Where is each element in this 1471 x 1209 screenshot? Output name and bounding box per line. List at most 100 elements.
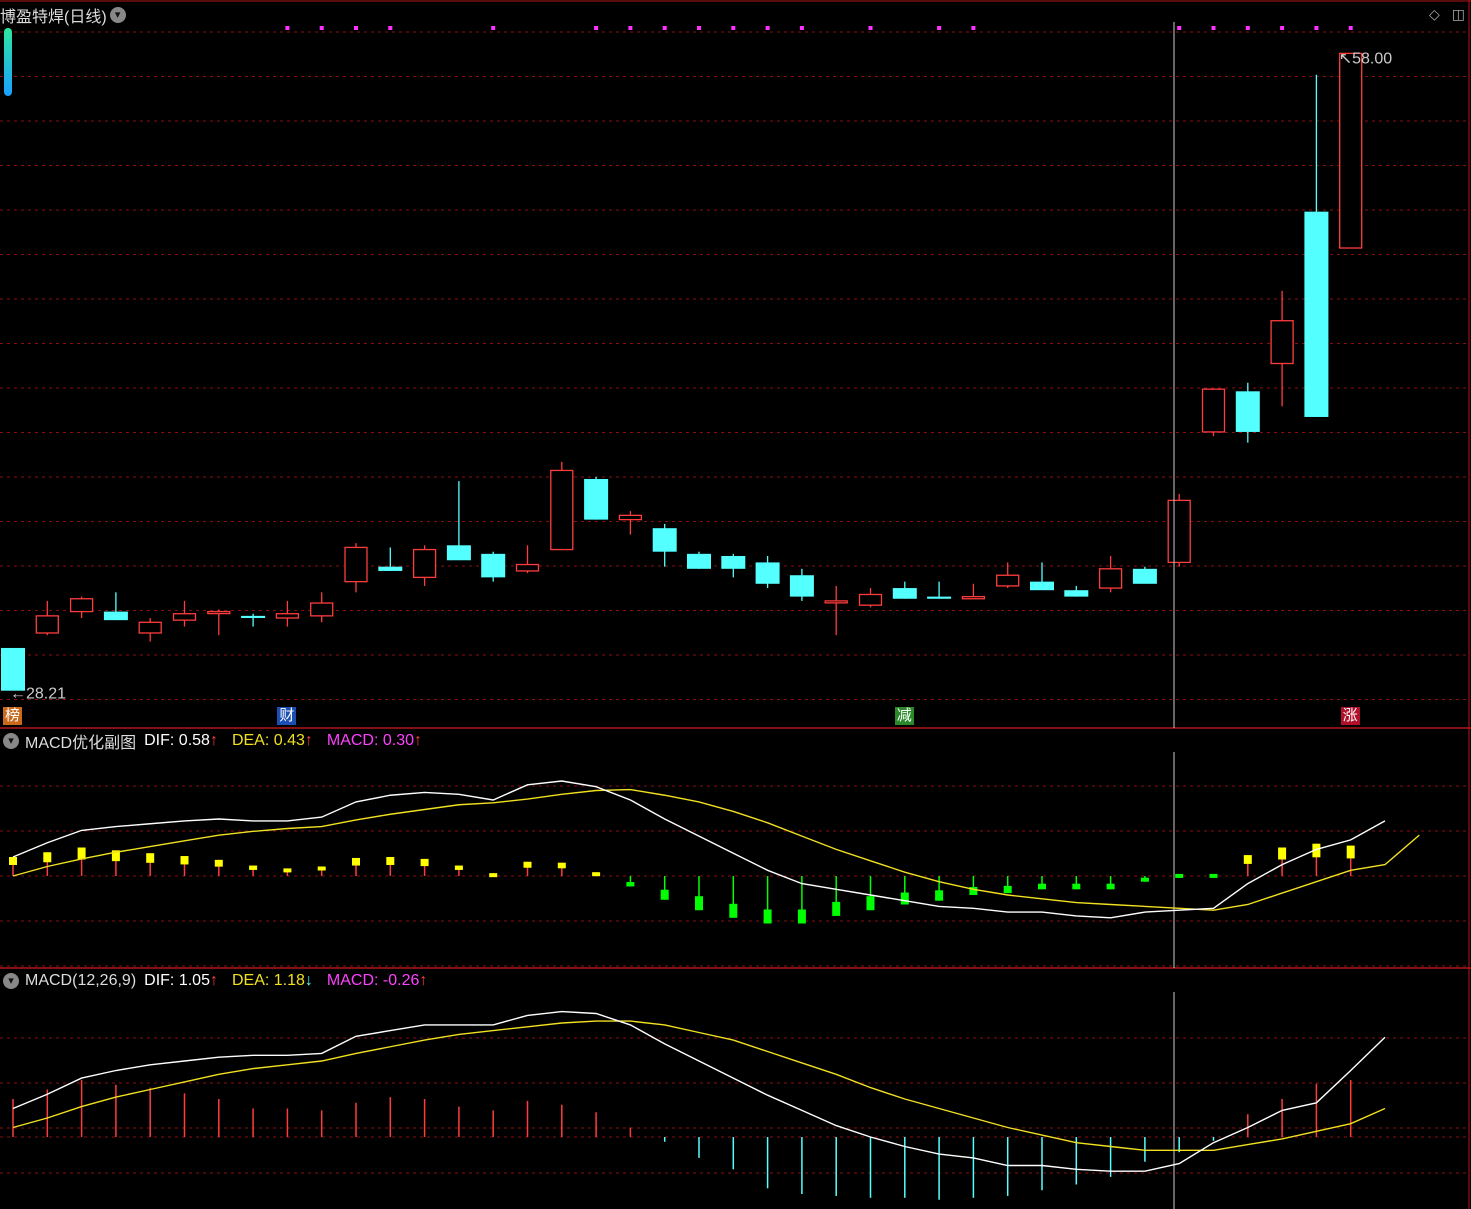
candle-body [35, 615, 59, 634]
top-right-toolbar: ◇ ◫ [1429, 6, 1465, 23]
high-price-label: ↖58.00 [1339, 50, 1393, 67]
sub2-macd-arrow: ↑ [419, 972, 428, 989]
event-tag[interactable]: 减 [894, 707, 914, 725]
chevron-down-icon[interactable]: ▾ [3, 973, 19, 989]
candle-body [172, 613, 197, 621]
macd-bar [1106, 883, 1115, 890]
macd-bar [592, 872, 601, 877]
sub2-name[interactable]: MACD(12,26,9) [25, 972, 136, 990]
macd-bar [489, 873, 498, 878]
sub2-dea-arrow: ↓ [304, 972, 313, 989]
signal-dot [971, 26, 976, 30]
signal-dot [1177, 26, 1182, 30]
candle-body [275, 613, 300, 619]
macd-bar [866, 896, 875, 911]
candle-body [996, 574, 1020, 587]
dea-line [12, 788, 1420, 911]
candle-body [138, 621, 162, 634]
event-tag[interactable]: 涨 [1340, 707, 1360, 725]
event-tag[interactable]: 榜 [3, 707, 23, 725]
macd-bar [146, 853, 155, 863]
sub2-macd: MACD: -0.26 [326, 972, 420, 989]
macd-bar [557, 862, 566, 869]
sub1-name[interactable]: MACD优化副图 [25, 729, 136, 753]
candle-body [515, 563, 540, 572]
volume-indicator-icon [4, 28, 12, 96]
candle-body [69, 598, 94, 613]
macd-bar [1209, 873, 1218, 878]
event-tag[interactable]: 财 [277, 707, 297, 725]
sub2-header: ▾ MACD(12,26,9) DIF: 1.05 ↑ DEA: 1.18 ↓ … [0, 970, 427, 992]
candle-body [618, 514, 643, 521]
macd-bar [1140, 877, 1149, 882]
macd-bar [1346, 845, 1355, 859]
chevron-down-icon[interactable]: ▾ [3, 733, 19, 749]
signal-dot [1348, 26, 1353, 30]
signal-dot [1211, 26, 1216, 30]
candle-body [824, 600, 848, 604]
low-price-label: ←28.21 [10, 686, 66, 703]
macd-bar [695, 896, 703, 911]
macd-bar [180, 856, 189, 865]
candle-body [584, 478, 609, 520]
macd-bar [420, 858, 429, 867]
macd-bar [283, 868, 292, 873]
signal-dot [1314, 26, 1319, 30]
signal-dot [937, 26, 942, 30]
macd-bar [523, 861, 532, 868]
candle-body [961, 595, 986, 600]
candle-body [207, 610, 231, 615]
signal-dot [662, 26, 667, 30]
signal-dot [628, 26, 633, 30]
sub1-dea: DEA: 0.43 [231, 732, 305, 749]
signal-dot [594, 26, 599, 30]
sub2-dif: DIF: 1.05 [144, 972, 210, 989]
macd-bar [935, 890, 944, 901]
candle-body [378, 566, 403, 571]
macd-bar [626, 882, 635, 887]
signal-dot [1280, 26, 1285, 30]
candle-body [789, 575, 814, 597]
macd-bar [43, 852, 52, 863]
candle-body [310, 602, 334, 617]
macd-bar [1072, 883, 1081, 890]
macd-bar [9, 857, 17, 865]
candle-body [1167, 499, 1191, 564]
stock-title: 博盈特焊(日线) [0, 9, 107, 26]
signal-dot [354, 26, 358, 30]
macd-bar [832, 901, 841, 916]
candle-body [412, 548, 437, 579]
candle-body [858, 593, 883, 606]
macd-bar [1243, 855, 1252, 864]
candle-body [1339, 52, 1363, 249]
chart-canvas: ↖58.00 ←28.21 [0, 0, 1471, 1209]
signal-dot [285, 26, 290, 30]
sub1-macd-arrow: ↑ [414, 732, 423, 749]
candle-body [687, 553, 711, 569]
sub2-dea: DEA: 1.18 [231, 972, 305, 989]
macd-bar [1038, 883, 1046, 890]
sub1-header: ▾ MACD优化副图 DIF: 0.58 ↑ DEA: 0.43 ↑ MACD:… [0, 730, 422, 752]
signal-dot [388, 26, 393, 30]
macd-bar [352, 857, 360, 866]
sub1-macd: MACD: 0.30 [326, 732, 415, 749]
candle-body [1098, 568, 1123, 589]
candle-body [1, 647, 25, 691]
sub1-dea-arrow: ↑ [304, 732, 313, 749]
macd-bar [763, 909, 772, 924]
signal-dot [731, 26, 736, 30]
macd-bar [1003, 885, 1012, 894]
macd-bar [386, 857, 395, 865]
macd-bar [729, 903, 738, 918]
candle-body [1064, 590, 1089, 597]
window-icon[interactable]: ◫ [1452, 6, 1465, 23]
signal-dot [1245, 26, 1250, 30]
candle-body [1270, 320, 1294, 365]
macd-bar [317, 866, 326, 871]
chevron-down-icon[interactable]: ▾ [109, 7, 126, 23]
candle-body [550, 469, 574, 551]
diamond-icon[interactable]: ◇ [1429, 6, 1440, 23]
candle-body [755, 562, 780, 584]
sub1-dif-arrow: ↑ [209, 732, 218, 749]
candle-body [1235, 391, 1260, 432]
